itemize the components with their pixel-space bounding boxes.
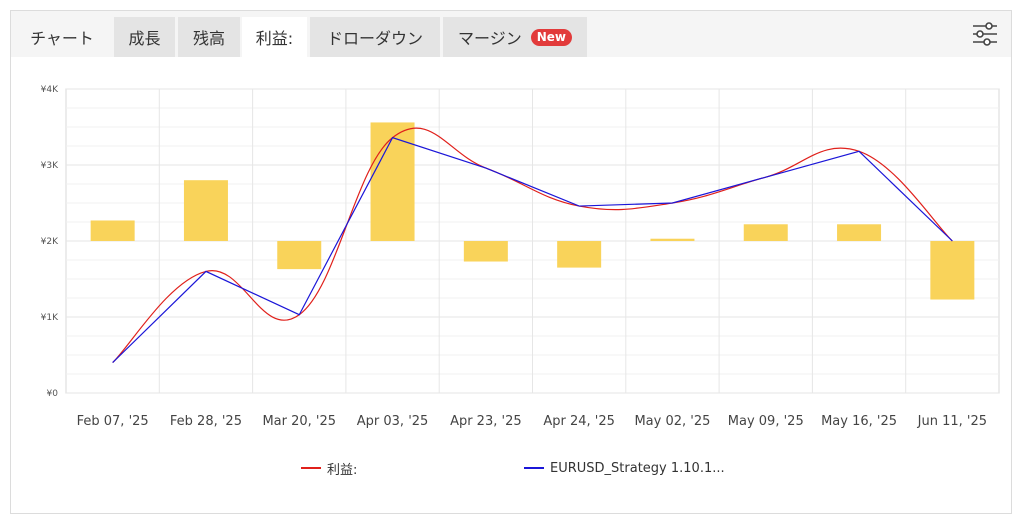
chart-panel: チャート 成長 残高 利益: ドローダウン マージン New ¥0 ¥1K ¥2K ¥… bbox=[10, 10, 1012, 514]
x-tick-label: May 16, '25 bbox=[821, 414, 897, 429]
bar bbox=[837, 224, 882, 241]
x-tick-label: Apr 23, '25 bbox=[450, 414, 522, 429]
bar bbox=[90, 220, 135, 241]
legend-item-profit[interactable]: 利益: bbox=[301, 458, 357, 478]
y-tick-label: ¥3K bbox=[41, 161, 59, 171]
y-tick-label: ¥1K bbox=[41, 313, 59, 323]
x-tick-label: May 09, '25 bbox=[728, 414, 804, 429]
legend-label-strategy: EURUSD_Strategy 1.10.1... bbox=[550, 460, 725, 476]
bar bbox=[183, 180, 228, 241]
x-tick-label: Mar 20, '25 bbox=[262, 414, 336, 429]
bar bbox=[557, 241, 602, 268]
x-tick-label: Feb 07, '25 bbox=[77, 414, 149, 429]
legend-swatch-profit bbox=[301, 467, 321, 469]
x-tick-label: Apr 03, '25 bbox=[357, 414, 429, 429]
x-tick-label: Jun 11, '25 bbox=[917, 414, 987, 429]
bar bbox=[743, 224, 788, 241]
bar bbox=[277, 241, 322, 270]
y-tick-label: ¥4K bbox=[41, 85, 59, 95]
legend-label-profit: 利益: bbox=[327, 462, 358, 478]
x-tick-label: Feb 28, '25 bbox=[170, 414, 242, 429]
legend-swatch-strategy bbox=[524, 467, 544, 469]
bar bbox=[930, 241, 975, 300]
x-tick-label: May 02, '25 bbox=[634, 414, 710, 429]
profit-chart: ¥0 ¥1K ¥2K ¥3K ¥4K Feb 07, '25 Feb 28, '25 Mar … bbox=[41, 85, 1000, 429]
legend-item-strategy[interactable]: EURUSD_Strategy 1.10.1... bbox=[524, 458, 725, 478]
bar bbox=[370, 122, 415, 241]
y-tick-label: ¥0 bbox=[47, 389, 59, 399]
bar bbox=[463, 241, 508, 262]
y-tick-label: ¥2K bbox=[41, 237, 59, 247]
bar bbox=[650, 238, 695, 241]
x-tick-label: Apr 24, '25 bbox=[543, 414, 615, 429]
